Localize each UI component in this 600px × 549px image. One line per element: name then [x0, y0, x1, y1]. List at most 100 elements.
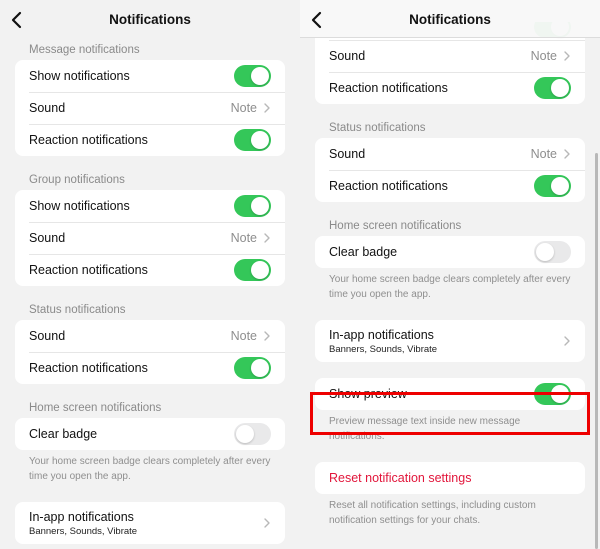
- settings-card: Show notifications Sound Note Reaction noti…: [15, 190, 285, 286]
- row-value: Note: [230, 231, 257, 245]
- setting-row-sound[interactable]: Sound Note: [15, 222, 285, 254]
- chevron-right-icon: [264, 233, 270, 243]
- settings-card: Show notifications Sound Note Reaction noti…: [15, 60, 285, 156]
- row-label: In-app notifications: [329, 327, 434, 342]
- row-label: In-app notifications: [29, 509, 134, 524]
- settings-card: Clear badge: [15, 418, 285, 450]
- section-header: Group notifications: [29, 174, 125, 186]
- left-panel: Notifications Message notifications Show …: [0, 0, 300, 549]
- toggle-knob: [251, 131, 269, 149]
- setting-row-reset-notification-settings[interactable]: Reset notification settings: [315, 462, 585, 494]
- settings-list: Sound Note Reaction notifications Status no…: [300, 22, 600, 530]
- setting-row-in-app-notifications[interactable]: In-app notifications Banners, Sounds, Vib…: [15, 502, 285, 544]
- nav-header: Notifications: [0, 0, 300, 40]
- settings-list: Message notifications Show notifications S…: [0, 40, 300, 544]
- chevron-right-icon: [564, 336, 570, 346]
- setting-row-reaction-notifications: Reaction notifications: [15, 254, 285, 286]
- settings-card: In-app notifications Banners, Sounds, Vib…: [15, 502, 285, 544]
- row-label: Show notifications: [29, 199, 130, 213]
- toggle-knob: [251, 197, 269, 215]
- section-header: Status notifications: [29, 304, 126, 316]
- row-label: Reaction notifications: [329, 179, 448, 193]
- row-label: Sound: [29, 101, 66, 115]
- toggle-show-notifications[interactable]: [234, 195, 271, 217]
- row-value: Note: [530, 147, 557, 161]
- settings-card: Sound Note Reaction notifications: [15, 320, 285, 384]
- settings-card: Reset notification settings: [315, 462, 585, 494]
- section-footnote: Reset all notification settings, includi…: [329, 500, 536, 526]
- section-header: Message notifications: [29, 44, 140, 56]
- toggle-clear-badge[interactable]: [534, 241, 571, 263]
- row-label: Reset notification settings: [329, 471, 472, 485]
- row-label: Reaction notifications: [29, 263, 148, 277]
- toggle-reaction-notifications[interactable]: [234, 259, 271, 281]
- chevron-right-icon: [264, 331, 270, 341]
- row-value: Note: [230, 329, 257, 343]
- row-label: Reaction notifications: [29, 361, 148, 375]
- row-label: Sound: [29, 231, 66, 245]
- setting-row-sound[interactable]: Sound Note: [315, 138, 585, 170]
- setting-row-reaction-notifications: Reaction notifications: [15, 352, 285, 384]
- toggle-reaction-notifications[interactable]: [234, 129, 271, 151]
- page-title: Notifications: [409, 12, 491, 27]
- toggle-knob: [551, 79, 569, 97]
- row-label: Reaction notifications: [329, 81, 448, 95]
- row-label: Show notifications: [29, 69, 130, 83]
- chevron-right-icon: [264, 103, 270, 113]
- toggle-knob: [551, 385, 569, 403]
- settings-card: Show preview: [315, 378, 585, 410]
- setting-row-clear-badge: Clear badge: [315, 236, 585, 268]
- toggle-knob: [236, 425, 254, 443]
- row-label: Clear badge: [29, 427, 98, 441]
- chevron-right-icon: [564, 51, 570, 61]
- setting-row-sound[interactable]: Sound Note: [15, 320, 285, 352]
- section-header: Status notifications: [329, 122, 426, 134]
- nav-header: Notifications: [300, 0, 600, 38]
- setting-row-reaction-notifications: Reaction notifications: [15, 124, 285, 156]
- row-label: Show preview: [329, 387, 407, 401]
- section-footnote: Your home screen badge clears completely…: [329, 274, 571, 300]
- toggle-knob: [536, 243, 554, 261]
- setting-row-show-preview: Show preview: [315, 378, 585, 410]
- row-label: Sound: [29, 329, 66, 343]
- setting-row-in-app-notifications[interactable]: In-app notifications Banners, Sounds, Vib…: [315, 320, 585, 362]
- setting-row-sound[interactable]: Sound Note: [15, 92, 285, 124]
- toggle-knob: [251, 359, 269, 377]
- row-label: Reaction notifications: [29, 133, 148, 147]
- setting-row-show-notifications: Show notifications: [15, 190, 285, 222]
- row-label: Clear badge: [329, 245, 398, 259]
- section-footnote: Preview message text inside new message …: [329, 416, 521, 442]
- row-subtitle: Banners, Sounds, Vibrate: [329, 343, 438, 355]
- setting-row-show-notifications: Show notifications: [15, 60, 285, 92]
- toggle-show-preview[interactable]: [534, 383, 571, 405]
- scrollbar[interactable]: [595, 153, 598, 549]
- section-footnote: Your home screen badge clears completely…: [29, 456, 271, 482]
- page-title: Notifications: [109, 12, 191, 27]
- toggle-reaction-notifications[interactable]: [234, 357, 271, 379]
- row-subtitle: Banners, Sounds, Vibrate: [29, 525, 138, 537]
- toggle-knob: [551, 177, 569, 195]
- toggle-reaction-notifications[interactable]: [534, 77, 571, 99]
- row-labels: In-app notifications Banners, Sounds, Vib…: [329, 328, 563, 355]
- toggle-show-notifications[interactable]: [234, 65, 271, 87]
- section-header: Home screen notifications: [29, 402, 162, 414]
- settings-card: In-app notifications Banners, Sounds, Vib…: [315, 320, 585, 362]
- row-value: Note: [230, 101, 257, 115]
- setting-row-reaction-notifications: Reaction notifications: [315, 170, 585, 202]
- setting-row-sound[interactable]: Sound Note: [315, 40, 585, 72]
- chevron-right-icon: [264, 518, 270, 528]
- row-labels: In-app notifications Banners, Sounds, Vib…: [29, 510, 263, 537]
- toggle-clear-badge[interactable]: [234, 423, 271, 445]
- setting-row-clear-badge: Clear badge: [15, 418, 285, 450]
- section-header: Home screen notifications: [329, 220, 462, 232]
- settings-card: Clear badge: [315, 236, 585, 268]
- toggle-reaction-notifications[interactable]: [534, 175, 571, 197]
- row-value: Note: [530, 49, 557, 63]
- row-label: Sound: [329, 147, 366, 161]
- right-panel: Notifications Sound Note Reaction notifica…: [300, 0, 600, 549]
- chevron-right-icon: [564, 149, 570, 159]
- toggle-knob: [251, 67, 269, 85]
- toggle-knob: [251, 261, 269, 279]
- settings-card: Sound Note Reaction notifications: [315, 138, 585, 202]
- setting-row-reaction-notifications: Reaction notifications: [315, 72, 585, 104]
